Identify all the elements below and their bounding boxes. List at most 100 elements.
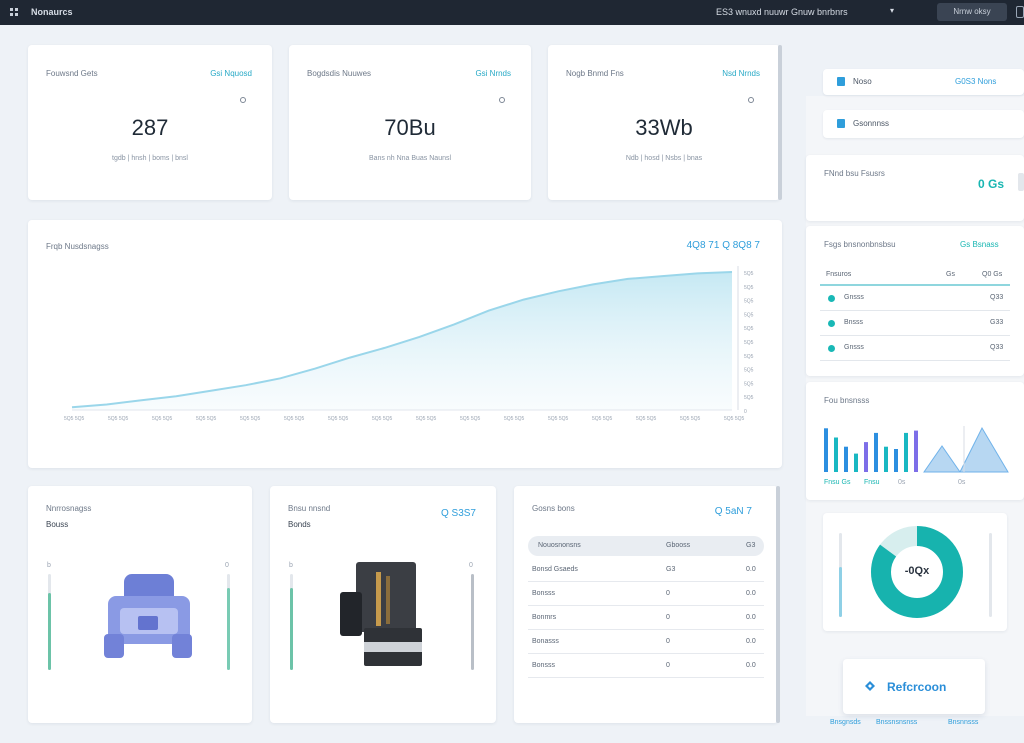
- stat-link[interactable]: Gsi Nquosd: [210, 69, 252, 78]
- table-header-cell[interactable]: Gbooss: [666, 542, 690, 549]
- footer-link[interactable]: Bnssnsnsnss: [876, 719, 917, 726]
- pill-link[interactable]: G0S3 Nons: [955, 77, 996, 86]
- list-header-cell: Fnsuros: [826, 271, 852, 278]
- sidebar-pill-2[interactable]: Gsonnnss: [823, 110, 1024, 138]
- topbar-button[interactable]: Nrnw oksy: [937, 3, 1007, 21]
- scrollbar[interactable]: [778, 45, 782, 200]
- scrollbar[interactable]: [776, 486, 780, 723]
- chart-x-tick: 5Q5 5Q5: [460, 416, 481, 422]
- radio-icon[interactable]: [499, 97, 505, 103]
- stat-title: Bogdsdis Nuuwes: [307, 69, 372, 78]
- panel-subtitle: Bonds: [288, 520, 311, 529]
- topbar-title: ES3 wnuxd nuuwr Gnuw bnrbnrs: [716, 7, 848, 17]
- table-cell: 0: [666, 614, 670, 621]
- table-cell: 0.0: [746, 590, 756, 597]
- table-link[interactable]: Q 5aN 7: [715, 506, 752, 517]
- summary-toggle[interactable]: [1018, 173, 1024, 191]
- mini-bar: [894, 449, 898, 472]
- mini-area-peak: [959, 426, 1009, 473]
- table-cell: 0.0: [746, 566, 756, 573]
- list-item[interactable]: Gnsss Q33: [820, 336, 1010, 361]
- panel-title: Bnsu nnsnd: [288, 504, 331, 513]
- list-item-value: Q33: [990, 294, 1004, 301]
- gauge-left: [290, 574, 293, 670]
- gauge-fill: [227, 588, 230, 670]
- mini-bar: [834, 437, 838, 472]
- radio-icon[interactable]: [240, 97, 246, 103]
- table-cell: 0.0: [746, 614, 756, 621]
- gauge-fill: [290, 588, 293, 670]
- top-bar: Nonaurcs ES3 wnuxd nuuwr Gnuw bnrbnrs ▾ …: [0, 0, 1024, 25]
- chart-x-tick: 5Q5 5Q5: [328, 416, 349, 422]
- list-link[interactable]: Gs Bsnass: [960, 240, 999, 249]
- panel-subtitle: Bouss: [46, 520, 69, 529]
- bars-title: Fou bnsnsss: [824, 396, 870, 405]
- list-item[interactable]: Gnsss Q33: [820, 286, 1010, 311]
- table-cell: G3: [666, 566, 676, 573]
- chart-y-tick: 5Q5: [744, 271, 754, 277]
- table-title: Gosns bons: [532, 504, 575, 513]
- app-brand: Nonaurcs: [31, 7, 73, 17]
- chart-x-tick: 5Q5 5Q5: [636, 416, 657, 422]
- bars-card: Fou bnsnsss Fnsu Gs Fnsu 0s 0s: [806, 382, 1024, 500]
- table-row[interactable]: Bonmrs 0 0.0: [528, 606, 764, 630]
- stat-link[interactable]: Nsd Nrnds: [722, 69, 760, 78]
- list-header-cell: Gs: [946, 271, 955, 278]
- list-header: Fnsuros Gs Q0 Gs: [820, 266, 1010, 286]
- chart-y-tick: 5Q5: [744, 285, 754, 291]
- radio-icon[interactable]: [748, 97, 754, 103]
- refresh-button[interactable]: Refcrcoon: [843, 659, 985, 714]
- stat-title: Nogb Bnmd Fns: [566, 69, 624, 78]
- table-cell: 0: [666, 662, 670, 669]
- gauge-fill: [839, 566, 842, 617]
- chart-y-tick: 5Q5: [744, 368, 754, 374]
- panel-2: Bnsu nnsnd Bonds Q S3S7 b 0: [270, 486, 496, 723]
- table-row[interactable]: Bonsd Gsaeds G3 0.0: [528, 558, 764, 582]
- table-cell: Bonsd Gsaeds: [532, 566, 578, 573]
- table-cell: 0.0: [746, 662, 756, 669]
- summary-title: FNnd bsu Fsusrs: [824, 169, 885, 178]
- chart-x-tick: 5Q5 5Q5: [196, 416, 217, 422]
- area-chart: 5Q55Q55Q55Q55Q55Q55Q55Q55Q55Q505Q5 5Q5 5Q…: [64, 266, 754, 422]
- table-row[interactable]: Bonsss 0 0.0: [528, 654, 764, 678]
- chart-x-tick: 5Q5 5Q5: [284, 416, 305, 422]
- stat-card-3: Nogb Bnmd Fns Nsd Nrnds 33Wb Ndb | hosd …: [548, 45, 780, 200]
- table-header-cell[interactable]: Nouosnonsns: [538, 542, 581, 549]
- chevron-down-icon[interactable]: ▾: [890, 6, 894, 15]
- mini-bar: [914, 430, 918, 472]
- stat-card-1: Fouwsnd Gets Gsi Nquosd 287 tgdb | hnsh …: [28, 45, 272, 200]
- table-row[interactable]: Bonsss 0 0.0: [528, 582, 764, 606]
- mini-bar: [854, 453, 858, 472]
- sidebar-pill-1[interactable]: Noso G0S3 Nons: [823, 69, 1024, 95]
- stat-link[interactable]: Gsi Nrnds: [475, 69, 511, 78]
- chart-x-tick: 5Q5 5Q5: [372, 416, 393, 422]
- menu-icon[interactable]: [9, 7, 19, 17]
- gauge-right: [227, 574, 230, 670]
- panel-1: Nnrrosnagss Bouss b 0: [28, 486, 252, 723]
- footer-link[interactable]: Bnsnnsss: [948, 719, 978, 726]
- stat-value: 287: [131, 115, 169, 140]
- device-illustration: [104, 574, 192, 658]
- list-header-cell: Q0 Gs: [982, 271, 1003, 278]
- chart-y-tick: 5Q5: [744, 326, 754, 332]
- bars-label: 0s: [958, 479, 966, 486]
- gauge-tick: b: [289, 562, 293, 569]
- table-cell: Bonmrs: [532, 614, 557, 621]
- gauge-tick: b: [47, 562, 51, 569]
- table-header-cell[interactable]: G3: [746, 542, 755, 549]
- window-icon[interactable]: [1016, 6, 1024, 18]
- table-row[interactable]: Bonasss 0 0.0: [528, 630, 764, 654]
- list-item[interactable]: Bnsss G33: [820, 311, 1010, 336]
- chart-y-tick: 5Q5: [744, 312, 754, 318]
- panel-link[interactable]: Q S3S7: [441, 508, 476, 519]
- footer-link[interactable]: Bnsgnsds: [830, 719, 861, 726]
- gauge-fill: [48, 593, 51, 670]
- mini-bar: [864, 442, 868, 472]
- table-cell: 0: [666, 638, 670, 645]
- list-item-label: Gnsss: [844, 294, 864, 301]
- bars-label: Fnsu Gs: [824, 479, 851, 486]
- doc-icon: [837, 119, 845, 128]
- chart-y-tick: 0: [744, 409, 747, 415]
- list-item-value: Q33: [990, 344, 1004, 351]
- chart-x-tick: 5Q5 5Q5: [240, 416, 261, 422]
